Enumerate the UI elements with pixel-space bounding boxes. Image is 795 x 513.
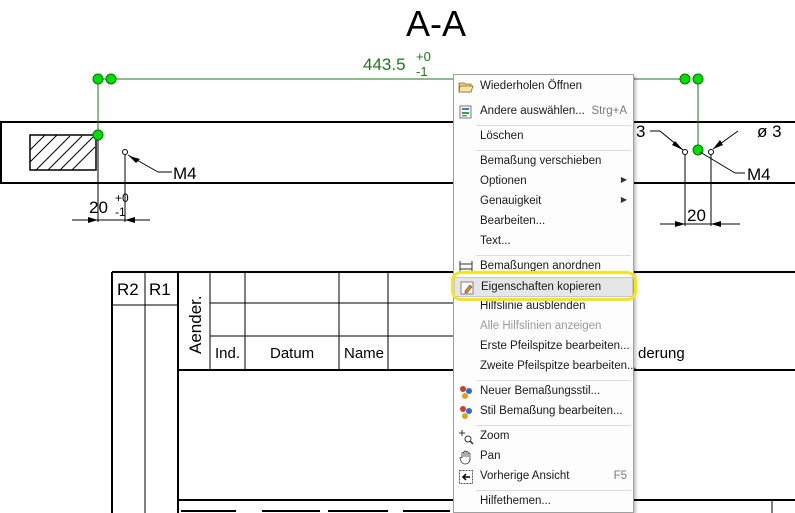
menu-item-bemassung-verschieben[interactable]: Bemaßung verschieben bbox=[454, 152, 633, 172]
cell-aender: Aender. bbox=[186, 295, 205, 354]
menu-separator bbox=[476, 425, 631, 426]
menu-item-pan[interactable]: Pan bbox=[454, 447, 633, 467]
arrowhead bbox=[713, 140, 723, 149]
copy-properties-icon bbox=[460, 281, 474, 295]
menu-item-eigenschaften-kopieren[interactable]: Eigenschaften kopieren bbox=[454, 277, 633, 297]
cell-r1: R1 bbox=[149, 280, 171, 299]
menu-item-hilfethemen[interactable]: Hilfethemen... bbox=[454, 492, 633, 512]
arrowhead bbox=[129, 156, 140, 163]
dim-top-tol-up: +0 bbox=[416, 49, 431, 64]
label-m4-right: M4 bbox=[747, 165, 771, 184]
dim-top-value: 443.5 bbox=[363, 55, 406, 74]
menu-item-andere-auswaehlen[interactable]: Andere auswählen... Strg+A bbox=[454, 102, 633, 122]
menu-item-loeschen[interactable]: Löschen bbox=[454, 127, 633, 147]
col-name: Name bbox=[344, 345, 384, 362]
menu-item-vorherige-ansicht[interactable]: Vorherige Ansicht F5 bbox=[454, 467, 633, 487]
edit-style-icon bbox=[460, 406, 472, 419]
zoom-icon bbox=[459, 430, 474, 445]
menu-item-stil-bearbeiten[interactable]: Stil Bemaßung bearbeiten... bbox=[454, 402, 633, 422]
label-three: 3 bbox=[636, 122, 645, 141]
cell-r2: R2 bbox=[117, 280, 139, 299]
col-ind: Ind. bbox=[215, 345, 240, 362]
menu-item-neuer-bemassungsstil[interactable]: Neuer Bemaßungsstil... bbox=[454, 382, 633, 402]
menu-item-bemassungen-anordnen[interactable]: Bemaßungen anordnen bbox=[454, 257, 633, 277]
dim-top-tol-down: -1 bbox=[416, 64, 428, 79]
label-m4-left: M4 bbox=[173, 164, 197, 183]
menu-item-hilfslinie-ausblenden[interactable]: Hilfslinie ausblenden bbox=[454, 297, 633, 317]
folder-open-icon bbox=[458, 82, 474, 93]
menu-item-erste-pfeilspitze[interactable]: Erste Pfeilspitze bearbeiten... bbox=[454, 337, 633, 357]
arrange-dimensions-icon bbox=[459, 261, 473, 273]
menu-separator bbox=[476, 150, 631, 151]
arrowhead bbox=[88, 217, 98, 223]
context-menu: Wiederholen Öffnen Andere auswählen... S… bbox=[453, 74, 637, 513]
dim-left-value: 20 bbox=[89, 198, 108, 217]
previous-view-icon bbox=[459, 470, 473, 484]
dim-left-tol-down: -1 bbox=[115, 205, 126, 219]
menu-separator bbox=[476, 125, 631, 126]
menu-separator bbox=[476, 490, 631, 491]
slot-hatched bbox=[29, 134, 97, 171]
section-title: A-A bbox=[406, 3, 466, 44]
menu-separator bbox=[476, 255, 631, 256]
menu-item-genauigkeit[interactable]: Genauigkeit ▶ bbox=[454, 192, 633, 212]
menu-item-zweite-pfeilspitze[interactable]: Zweite Pfeilspitze bearbeiten... bbox=[454, 357, 637, 377]
drawing-canvas[interactable]: A-A 443.5 +0 -1 M4 20 +0 -1 3 ø 3 M4 20 … bbox=[0, 0, 795, 513]
arrowhead bbox=[125, 217, 135, 223]
submenu-arrow-icon: ▶ bbox=[620, 195, 627, 204]
dim-right-value: 20 bbox=[687, 206, 706, 225]
menu-item-bearbeiten[interactable]: Bearbeiten... bbox=[454, 212, 633, 232]
menu-separator bbox=[476, 380, 631, 381]
select-others-icon bbox=[459, 105, 472, 119]
pan-hand-icon bbox=[459, 450, 471, 465]
label-diameter: ø 3 bbox=[757, 122, 782, 141]
menu-item-text[interactable]: Text... bbox=[454, 232, 633, 252]
col-aenderung: derung bbox=[638, 345, 685, 362]
arrowhead bbox=[711, 221, 721, 227]
arrowhead bbox=[675, 221, 685, 227]
new-style-icon bbox=[460, 386, 472, 399]
menu-item-zoom[interactable]: Zoom bbox=[454, 427, 633, 447]
submenu-arrow-icon: ▶ bbox=[620, 175, 627, 184]
menu-item-alle-hilfslinien-anzeigen: Alle Hilfslinien anzeigen bbox=[480, 320, 602, 332]
menu-item-optionen[interactable]: Optionen ▶ bbox=[454, 172, 633, 192]
col-datum: Datum bbox=[270, 345, 314, 362]
menu-item-wiederholen[interactable]: Wiederholen Öffnen bbox=[454, 77, 633, 97]
part-outline[interactable] bbox=[0, 121, 795, 184]
dim-left-tol-up: +0 bbox=[115, 191, 129, 205]
